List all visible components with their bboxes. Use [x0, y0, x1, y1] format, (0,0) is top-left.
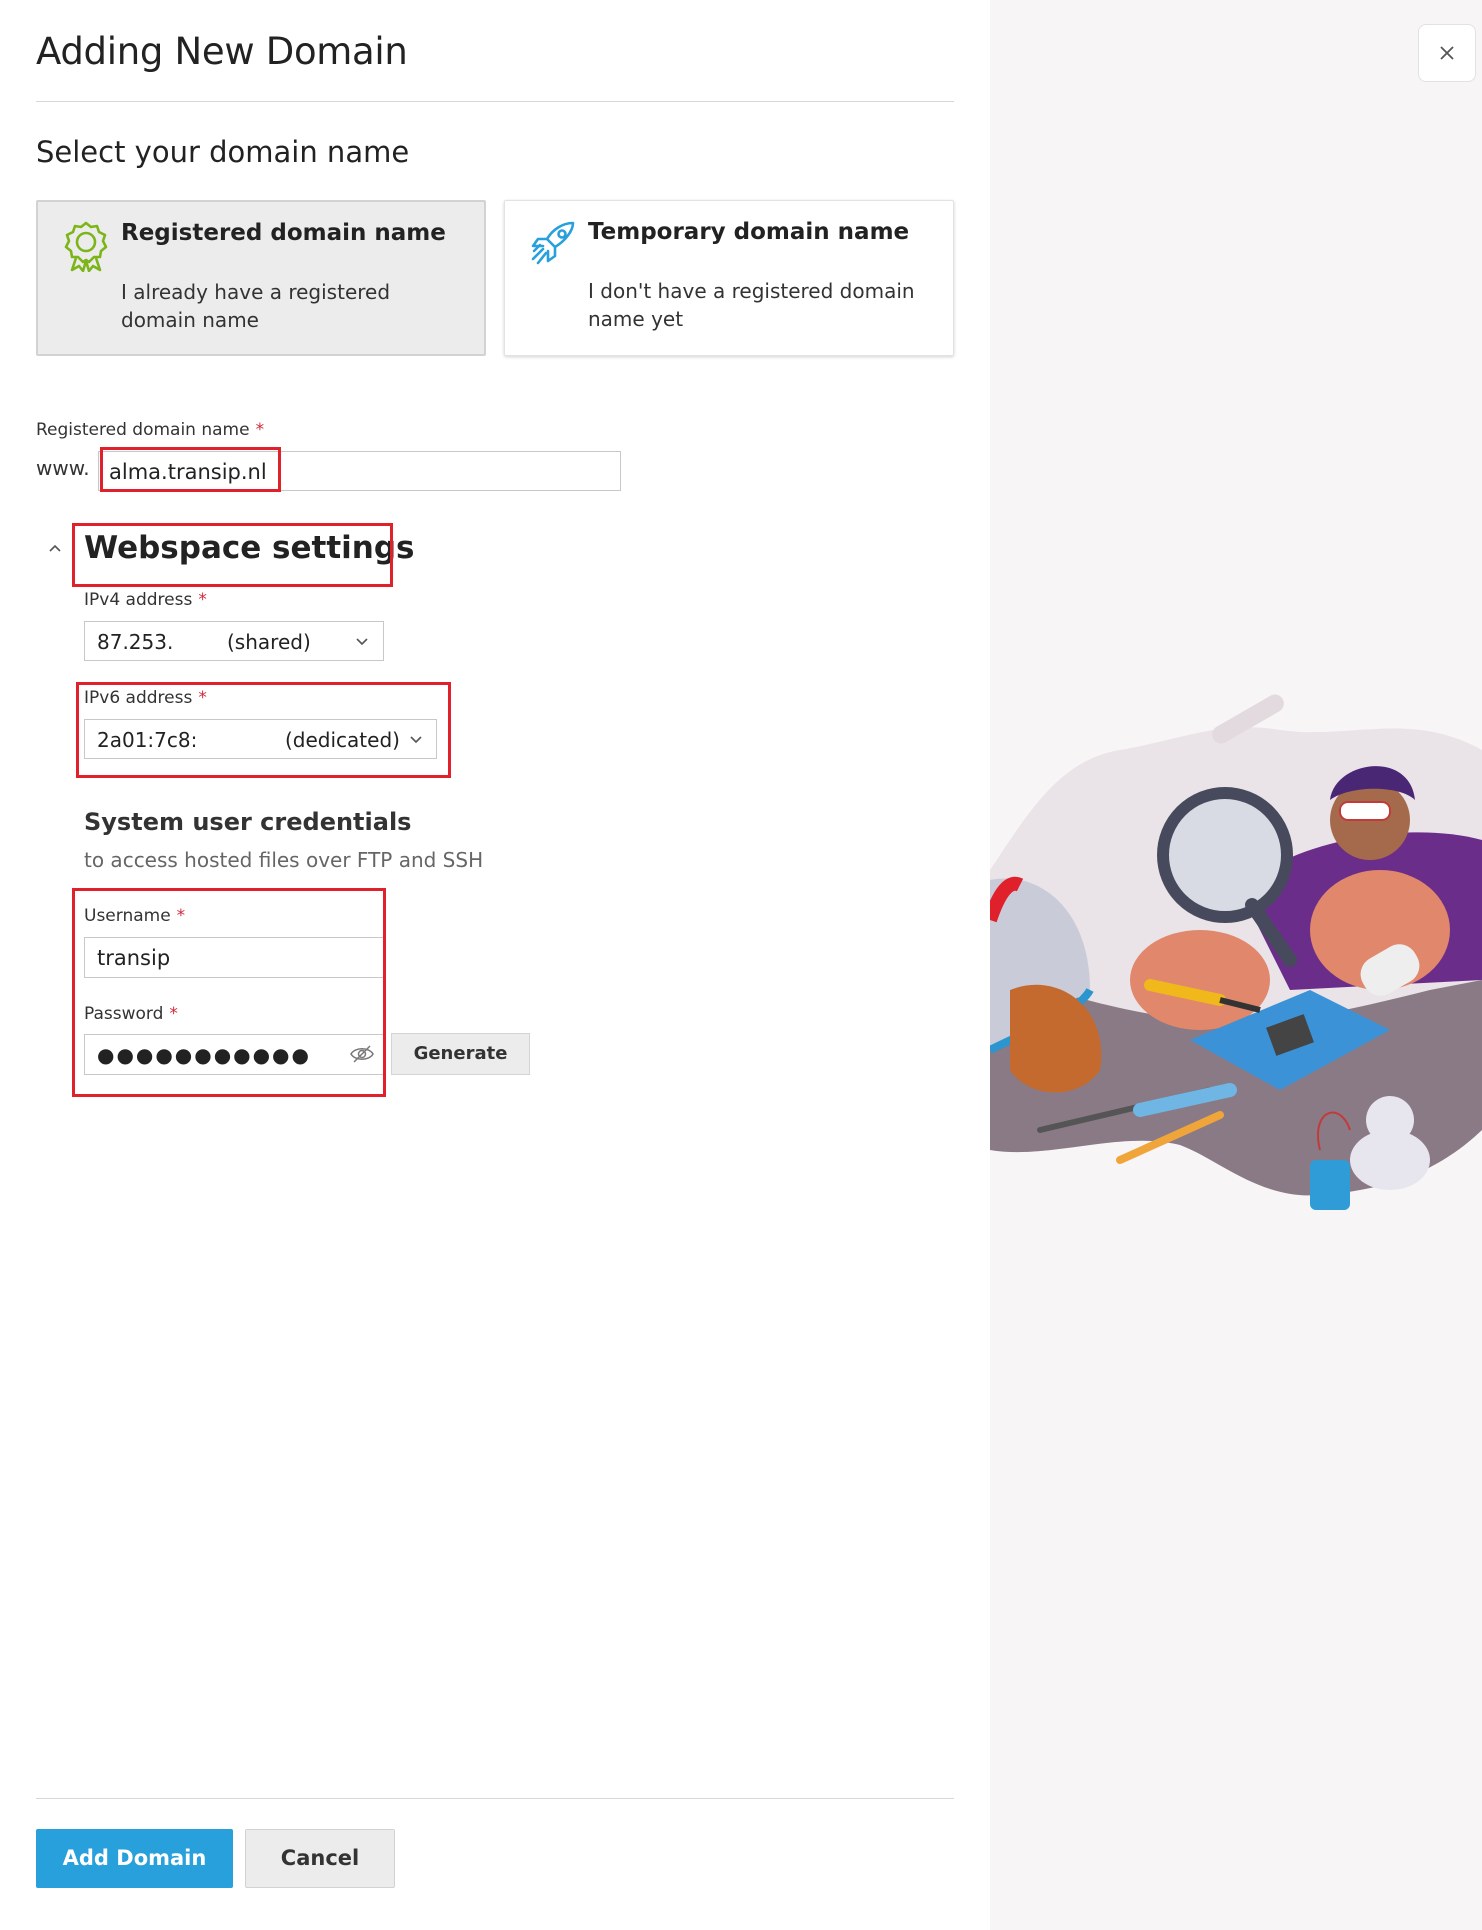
- required-marker: *: [169, 1004, 178, 1024]
- password-label-text: Password: [84, 1004, 164, 1024]
- webspace-settings-title[interactable]: Webspace settings: [84, 530, 415, 566]
- username-label-text: Username: [84, 906, 171, 926]
- ipv6-select[interactable]: 2a01:7c8: (dedicated): [84, 719, 437, 759]
- password-label: Password *: [84, 1004, 178, 1024]
- option-registered-domain[interactable]: Registered domain name I already have a …: [36, 200, 486, 356]
- cancel-button[interactable]: Cancel: [245, 1829, 395, 1888]
- chevron-down-icon: [356, 638, 368, 646]
- section-heading: Select your domain name: [36, 135, 410, 169]
- ipv6-type: (dedicated): [285, 728, 400, 752]
- ipv4-label-text: IPv4 address: [84, 590, 193, 610]
- domain-name-label: Registered domain name *: [36, 420, 264, 440]
- rocket-icon: [531, 221, 575, 265]
- chevron-down-icon: [410, 736, 422, 744]
- credentials-title: System user credentials: [84, 808, 412, 836]
- domain-name-label-text: Registered domain name: [36, 420, 250, 440]
- option-temporary-domain[interactable]: Temporary domain name I don't have a reg…: [504, 200, 954, 356]
- ipv6-value: 2a01:7c8:: [97, 728, 198, 752]
- ipv6-label: IPv6 address *: [84, 688, 207, 708]
- www-prefix: www.: [36, 456, 90, 480]
- option-description: I don't have a registered domain name ye…: [588, 279, 915, 331]
- required-marker: *: [176, 906, 186, 926]
- username-input[interactable]: transip: [84, 937, 384, 978]
- chevron-up-icon[interactable]: [48, 541, 62, 555]
- option-title: Temporary domain name: [588, 219, 910, 245]
- award-badge-icon: [64, 221, 108, 272]
- add-domain-button[interactable]: Add Domain: [36, 1829, 233, 1888]
- ipv4-label: IPv4 address *: [84, 590, 207, 610]
- password-input[interactable]: ●●●●●●●●●●●: [84, 1034, 384, 1075]
- option-title: Registered domain name: [121, 220, 446, 246]
- ipv4-type: (shared): [227, 630, 311, 654]
- option-description: I already have a registered domain name: [121, 280, 391, 332]
- dialog-title: Adding New Domain: [36, 30, 408, 73]
- ipv4-value: 87.253.: [97, 630, 174, 654]
- title-divider: [36, 101, 954, 102]
- ipv6-label-text: IPv6 address: [84, 688, 193, 708]
- close-button[interactable]: [1418, 24, 1476, 82]
- username-label: Username *: [84, 906, 185, 926]
- workshop-illustration: [990, 694, 1482, 1210]
- close-icon: [1440, 46, 1454, 60]
- generate-password-button[interactable]: Generate: [391, 1033, 530, 1075]
- ipv4-select[interactable]: 87.253. (shared): [84, 621, 384, 661]
- domain-name-input[interactable]: alma.transip.nl: [98, 451, 621, 491]
- required-marker: *: [255, 420, 265, 440]
- required-marker: *: [198, 590, 207, 610]
- required-marker: *: [198, 688, 207, 708]
- credentials-subtitle: to access hosted files over FTP and SSH: [84, 848, 484, 872]
- eye-slash-icon[interactable]: [350, 1044, 374, 1064]
- footer-divider: [36, 1798, 954, 1799]
